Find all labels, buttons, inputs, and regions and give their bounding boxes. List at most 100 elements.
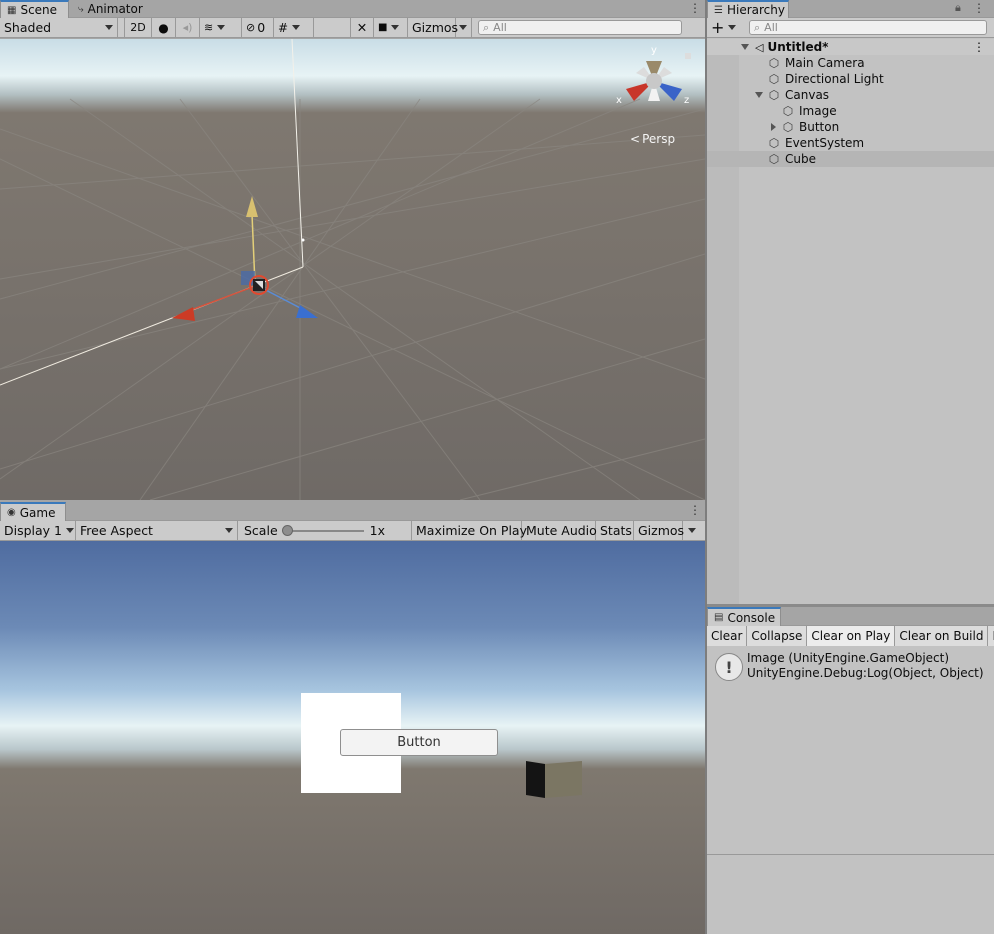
camera-dropdown[interactable]: ■ xyxy=(374,18,408,38)
hierarchy-item-label: Directional Light xyxy=(785,72,884,86)
list-icon: ☰ xyxy=(714,5,723,16)
hierarchy-item-image[interactable]: ⬡ Image xyxy=(707,103,994,119)
hierarchy-tree: ◁ Untitled* ⋮ ⬡ Main Camera ⬡ Directiona… xyxy=(707,39,994,604)
hierarchy-item-canvas[interactable]: ⬡ Canvas xyxy=(707,87,994,103)
tab-hierarchy[interactable]: ☰ Hierarchy xyxy=(707,0,789,18)
mute-audio-label: Mute Audio xyxy=(526,523,597,538)
tab-game[interactable]: ◉ Game xyxy=(0,502,66,521)
chevron-down-icon xyxy=(459,25,467,30)
hierarchy-item-main-camera[interactable]: ⬡ Main Camera xyxy=(707,55,994,71)
scene-name: Untitled* xyxy=(767,40,828,54)
lock-icon[interactable]: 🔒︎ xyxy=(955,1,961,15)
effects-dropdown[interactable]: ≋ xyxy=(200,18,242,38)
tab-scene-label: Scene xyxy=(20,3,57,17)
log-entry[interactable]: ! Image (UnityEngine.GameObject) UnityEn… xyxy=(707,651,994,683)
persp-icon: < xyxy=(630,132,640,146)
chevron-down-icon xyxy=(105,25,113,30)
persp-toggle[interactable]: < Persp xyxy=(630,132,675,146)
console-panel: ▤ Console Clear Collapse Clear on Play C… xyxy=(707,607,994,934)
add-object-dropdown[interactable]: + xyxy=(707,20,743,36)
clear-on-build-toggle[interactable]: Clear on Build xyxy=(895,626,988,646)
mute-audio-toggle[interactable]: Mute Audio xyxy=(522,521,596,541)
display-dropdown[interactable]: Display 1 xyxy=(0,521,76,541)
info-icon: ! xyxy=(715,653,743,681)
gamepad-icon: ◉ xyxy=(7,507,16,518)
grid-dropdown[interactable]: # xyxy=(274,18,314,38)
hierarchy-item-button[interactable]: ⬡ Button xyxy=(707,119,994,135)
hierarchy-menu-icon[interactable]: ⋮ xyxy=(973,1,985,15)
tab-scene[interactable]: ▦ Scene xyxy=(0,0,69,18)
gameobject-icon: ⬡ xyxy=(781,104,795,118)
error-pause-toggle[interactable]: Er xyxy=(988,626,994,646)
maximize-on-play-label: Maximize On Play xyxy=(416,523,527,538)
clear-button[interactable]: Clear xyxy=(707,626,747,646)
console-toolbar: Clear Collapse Clear on Play Clear on Bu… xyxy=(707,626,994,646)
collapse-arrow-icon[interactable] xyxy=(771,123,776,131)
game-gizmos-dropdown[interactable] xyxy=(683,521,703,541)
aspect-value: Free Aspect xyxy=(80,523,153,538)
hierarchy-item-cube[interactable]: ⬡ Cube xyxy=(707,151,994,167)
hierarchy-item-eventsystem[interactable]: ⬡ EventSystem xyxy=(707,135,994,151)
hierarchy-tabbar: ☰ Hierarchy 🔒︎ ⋮ xyxy=(707,0,994,18)
console-detail-area xyxy=(707,855,994,934)
collapse-toggle[interactable]: Collapse xyxy=(747,626,807,646)
maximize-on-play-toggle[interactable]: Maximize On Play xyxy=(412,521,522,541)
expand-arrow-icon[interactable] xyxy=(741,44,749,50)
expand-arrow-icon[interactable] xyxy=(755,92,763,98)
add-icon: + xyxy=(711,20,724,36)
scene-menu-icon[interactable]: ⋮ xyxy=(689,1,701,15)
scene-viewport[interactable]: y x z < Persp xyxy=(0,39,705,500)
animator-icon: ⤷ xyxy=(78,4,84,15)
shading-mode-dropdown[interactable]: Shaded xyxy=(0,18,118,38)
tab-animator[interactable]: ⤷ Animator xyxy=(72,0,149,18)
hidden-objects-toggle[interactable]: ⊘ 0 xyxy=(242,18,274,38)
log-entry-text: Image (UnityEngine.GameObject) UnityEngi… xyxy=(747,651,984,683)
search-cell: ⌕ All xyxy=(472,18,686,38)
hierarchy-item-directional-light[interactable]: ⬡ Directional Light xyxy=(707,71,994,87)
scene-menu-icon[interactable]: ⋮ xyxy=(973,40,985,54)
hierarchy-toolbar: + ⌕ All xyxy=(707,18,994,38)
tools-button[interactable]: ✕ xyxy=(350,18,374,38)
game-gizmos-label: Gizmos xyxy=(638,523,684,538)
cube-object xyxy=(526,759,582,799)
game-viewport[interactable]: Button xyxy=(0,541,705,934)
axis-gizmo-icon xyxy=(614,49,694,115)
axis-z-label: z xyxy=(684,95,689,106)
scene-search-input[interactable]: ⌕ All xyxy=(478,20,682,35)
scene-panel: ▦ Scene ⤷ Animator ⋮ Shaded 2D ● ◂) ≋ ⊘ xyxy=(0,0,706,502)
orientation-gizmo[interactable]: y x z xyxy=(614,49,694,115)
hierarchy-search-placeholder: All xyxy=(764,21,778,34)
gizmos-dropdown[interactable] xyxy=(456,18,472,38)
console-tabbar: ▤ Console xyxy=(707,607,994,626)
speaker-icon: ◂) xyxy=(183,21,193,34)
lighting-toggle[interactable]: ● xyxy=(152,18,176,38)
audio-toggle[interactable]: ◂) xyxy=(176,18,200,38)
tools-icon: ✕ xyxy=(357,20,367,35)
hierarchy-search-input[interactable]: ⌕ All xyxy=(749,20,987,35)
toggle-2d-button[interactable]: 2D xyxy=(124,18,152,38)
stats-toggle[interactable]: Stats xyxy=(596,521,634,541)
scale-slider[interactable] xyxy=(284,525,364,537)
chevron-down-icon xyxy=(688,528,696,533)
log-entry-line2: UnityEngine.Debug:Log(Object, Object) xyxy=(747,666,984,681)
chevron-down-icon xyxy=(225,528,233,533)
display-value: Display 1 xyxy=(4,523,62,538)
hierarchy-item-label: Image xyxy=(799,104,837,118)
hidden-count: 0 xyxy=(257,20,265,35)
scale-slider-handle[interactable] xyxy=(282,525,293,536)
aspect-dropdown[interactable]: Free Aspect xyxy=(76,521,238,541)
tab-console[interactable]: ▤ Console xyxy=(707,607,781,626)
hierarchy-panel: ☰ Hierarchy 🔒︎ ⋮ + ⌕ All ◁ Untitled* ⋮ ⬡… xyxy=(707,0,994,604)
game-gizmos-button[interactable]: Gizmos xyxy=(634,521,683,541)
clear-on-play-toggle[interactable]: Clear on Play xyxy=(807,626,895,646)
log-entry-line1: Image (UnityEngine.GameObject) xyxy=(747,651,984,666)
tab-console-label: Console xyxy=(727,611,775,625)
gizmos-button[interactable]: Gizmos xyxy=(408,18,456,38)
persp-label: Persp xyxy=(642,132,675,146)
scene-root-row[interactable]: ◁ Untitled* ⋮ xyxy=(707,39,994,55)
stats-label: Stats xyxy=(600,523,632,538)
game-menu-icon[interactable]: ⋮ xyxy=(689,503,701,517)
scene-tabbar: ▦ Scene ⤷ Animator ⋮ xyxy=(0,0,706,18)
gameobject-icon: ⬡ xyxy=(781,120,795,134)
ui-button[interactable]: Button xyxy=(340,729,498,756)
